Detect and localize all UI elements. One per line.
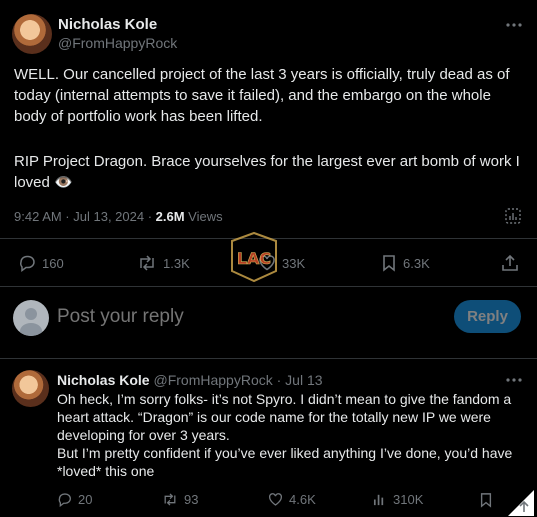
reply-count: 160 <box>42 255 64 271</box>
default-user-icon <box>20 308 42 336</box>
reply-author-avatar[interactable] <box>12 370 49 407</box>
views-label: Views <box>184 209 223 224</box>
reply-input[interactable] <box>57 301 437 333</box>
views-count: 2.6M <box>155 209 185 224</box>
views-bar-chart-icon <box>372 492 387 507</box>
repost-action[interactable]: 1.3K <box>137 254 190 272</box>
reply-author-name[interactable]: Nicholas Kole <box>57 372 150 388</box>
author-name[interactable]: Nicholas Kole <box>58 16 157 33</box>
reply-action[interactable]: 160 <box>18 254 64 272</box>
reply-like-count: 4.6K <box>289 492 316 507</box>
post-text-paragraph-1: WELL. Our cancelled project of the last … <box>14 66 510 125</box>
bookmark-count: 6.3K <box>403 255 430 271</box>
reply-repost-count: 93 <box>184 492 199 507</box>
reply-reply-action[interactable]: 20 <box>57 492 92 507</box>
divider <box>0 358 537 359</box>
repost-count: 1.3K <box>163 255 190 271</box>
author-avatar[interactable] <box>12 14 52 54</box>
reply-views-action[interactable]: 310K <box>372 492 423 507</box>
author-handle[interactable]: @FromHappyRock <box>58 35 177 51</box>
reply-share-icon[interactable] <box>508 490 534 516</box>
bookmark-action[interactable]: 6.3K <box>381 254 430 272</box>
reply-like-action[interactable]: 4.6K <box>268 492 316 507</box>
reply-bookmark-icon[interactable] <box>479 492 493 508</box>
reply-bubble-icon <box>18 254 36 272</box>
reply-text-line-1: Oh heck, I’m sorry folks- it’s not Spyro… <box>57 391 512 443</box>
post-text-paragraph-2: RIP Project Dragon. Brace yourselves for… <box>14 153 520 191</box>
reply-bubble-icon <box>57 492 72 507</box>
reply-text-line-2: But I’m pretty confident if you’ve ever … <box>57 445 513 479</box>
reply-more-options-icon[interactable] <box>505 377 523 383</box>
watermark-logo: LAC <box>226 231 282 283</box>
repost-icon <box>137 254 157 272</box>
reply-views-count: 310K <box>393 492 424 507</box>
analytics-icon[interactable] <box>505 208 521 224</box>
reply-repost-action[interactable]: 93 <box>162 492 198 507</box>
bookmark-icon <box>381 254 397 272</box>
composer-avatar <box>13 300 49 336</box>
reply-button[interactable]: Reply <box>454 300 521 333</box>
post-timestamp[interactable]: 9:42 AM · Jul 13, 2024 · <box>14 209 156 224</box>
watermark-text: LAC <box>237 249 271 268</box>
like-count: 33K <box>282 255 306 271</box>
reply-header: Nicholas Kole @FromHappyRock · Jul 13 <box>57 372 323 388</box>
reply-date[interactable]: · Jul 13 <box>277 372 323 388</box>
heart-icon <box>268 492 283 507</box>
share-icon[interactable] <box>501 254 519 272</box>
divider <box>0 286 537 287</box>
post-timestamp-row: 9:42 AM · Jul 13, 2024 · 2.6M Views <box>14 209 223 224</box>
repost-icon <box>162 492 178 507</box>
reply-reply-count: 20 <box>78 492 93 507</box>
more-options-icon[interactable] <box>505 22 523 28</box>
reply-author-handle[interactable]: @FromHappyRock <box>153 372 272 388</box>
